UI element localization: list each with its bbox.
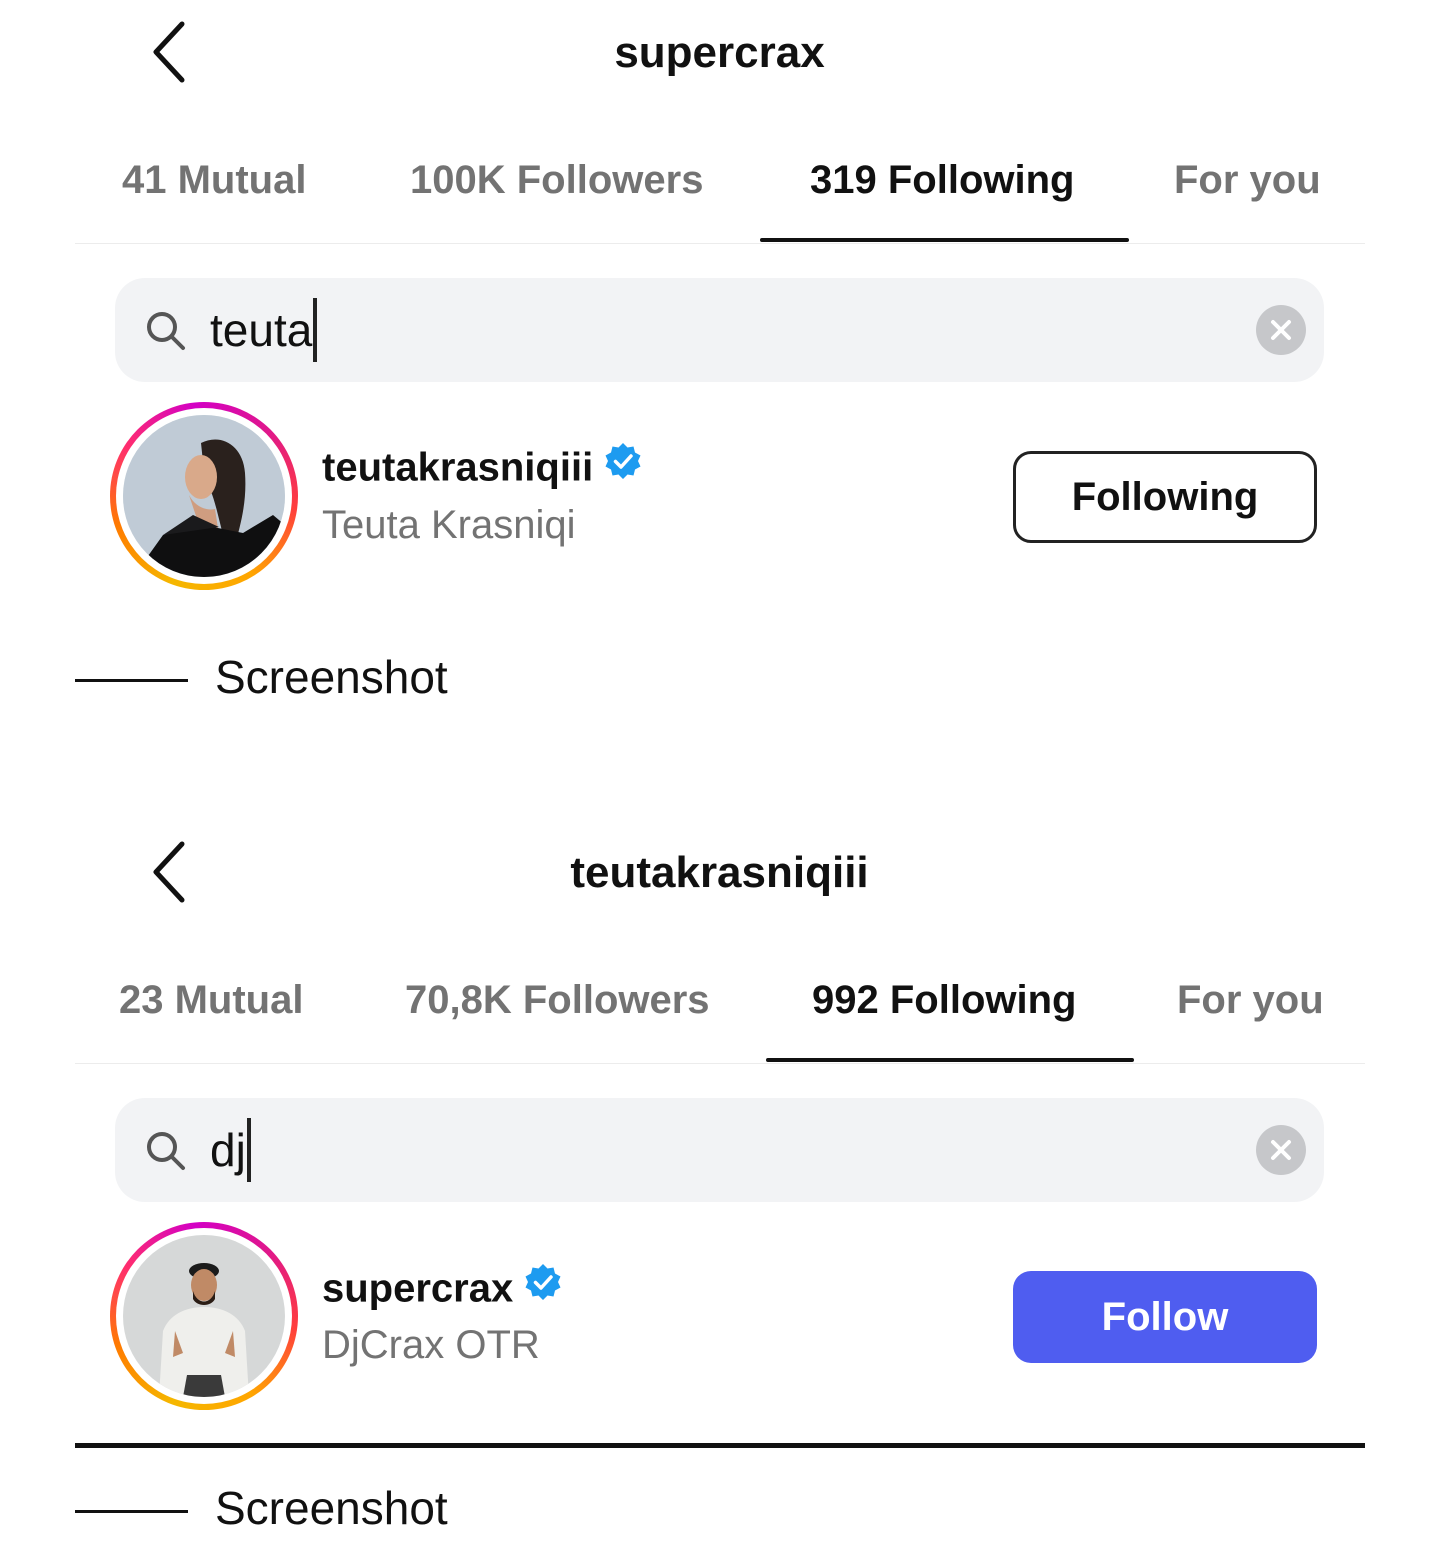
result-full-name: Teuta Krasniqi [322,503,576,547]
tab-followers[interactable]: 70,8K Followers [405,978,710,1023]
verified-badge-icon [603,441,643,491]
username-text: supercrax [322,1266,514,1311]
clear-search-button[interactable] [1256,1125,1306,1175]
text-caret [246,1118,251,1182]
active-tab-indicator [760,238,1129,242]
clear-icon [1271,320,1291,340]
tab-followers[interactable]: 100K Followers [410,158,703,203]
result-username[interactable]: teutakrasniqiii [322,443,643,495]
tab-mutual[interactable]: 23 Mutual [119,978,303,1023]
tab-mutual[interactable]: 41 Mutual [122,158,306,203]
section-separator [75,1443,1365,1448]
search-value: teuta [210,304,313,357]
following-button[interactable]: Following [1013,451,1317,543]
active-tab-indicator [766,1058,1134,1062]
search-input[interactable]: teuta [210,298,318,366]
caption-rule [75,1510,188,1513]
tab-divider [75,243,1365,244]
clear-search-button[interactable] [1256,305,1306,355]
caption: Screenshot [215,651,448,703]
search-bar[interactable]: dj [115,1098,1324,1202]
clear-icon [1271,1140,1291,1160]
follow-button[interactable]: Follow [1013,1271,1317,1363]
username-text: teutakrasniqiii [322,445,594,490]
tab-for-you[interactable]: For you [1177,978,1324,1023]
result-username[interactable]: supercrax [322,1264,563,1316]
avatar[interactable] [110,402,298,590]
avatar-photo [123,415,285,577]
search-input[interactable]: dj [210,1118,251,1186]
search-value: dj [210,1124,246,1177]
avatar[interactable] [110,1222,298,1410]
text-caret [313,298,318,362]
page-title: supercrax [614,28,825,77]
avatar-photo [123,1235,285,1397]
caption: Screenshot [215,1482,448,1534]
tab-following[interactable]: 992 Following [812,978,1076,1023]
search-bar[interactable]: teuta [115,278,1324,382]
tab-following[interactable]: 319 Following [810,158,1074,203]
caption-rule [75,679,188,682]
tab-divider [75,1063,1365,1064]
verified-badge-icon [523,1262,563,1312]
tab-for-you[interactable]: For you [1174,158,1321,203]
search-icon [147,1132,185,1170]
page-title: teutakrasniqiii [570,848,869,897]
result-full-name: DjCrax OTR [322,1323,540,1367]
search-icon [147,312,185,350]
